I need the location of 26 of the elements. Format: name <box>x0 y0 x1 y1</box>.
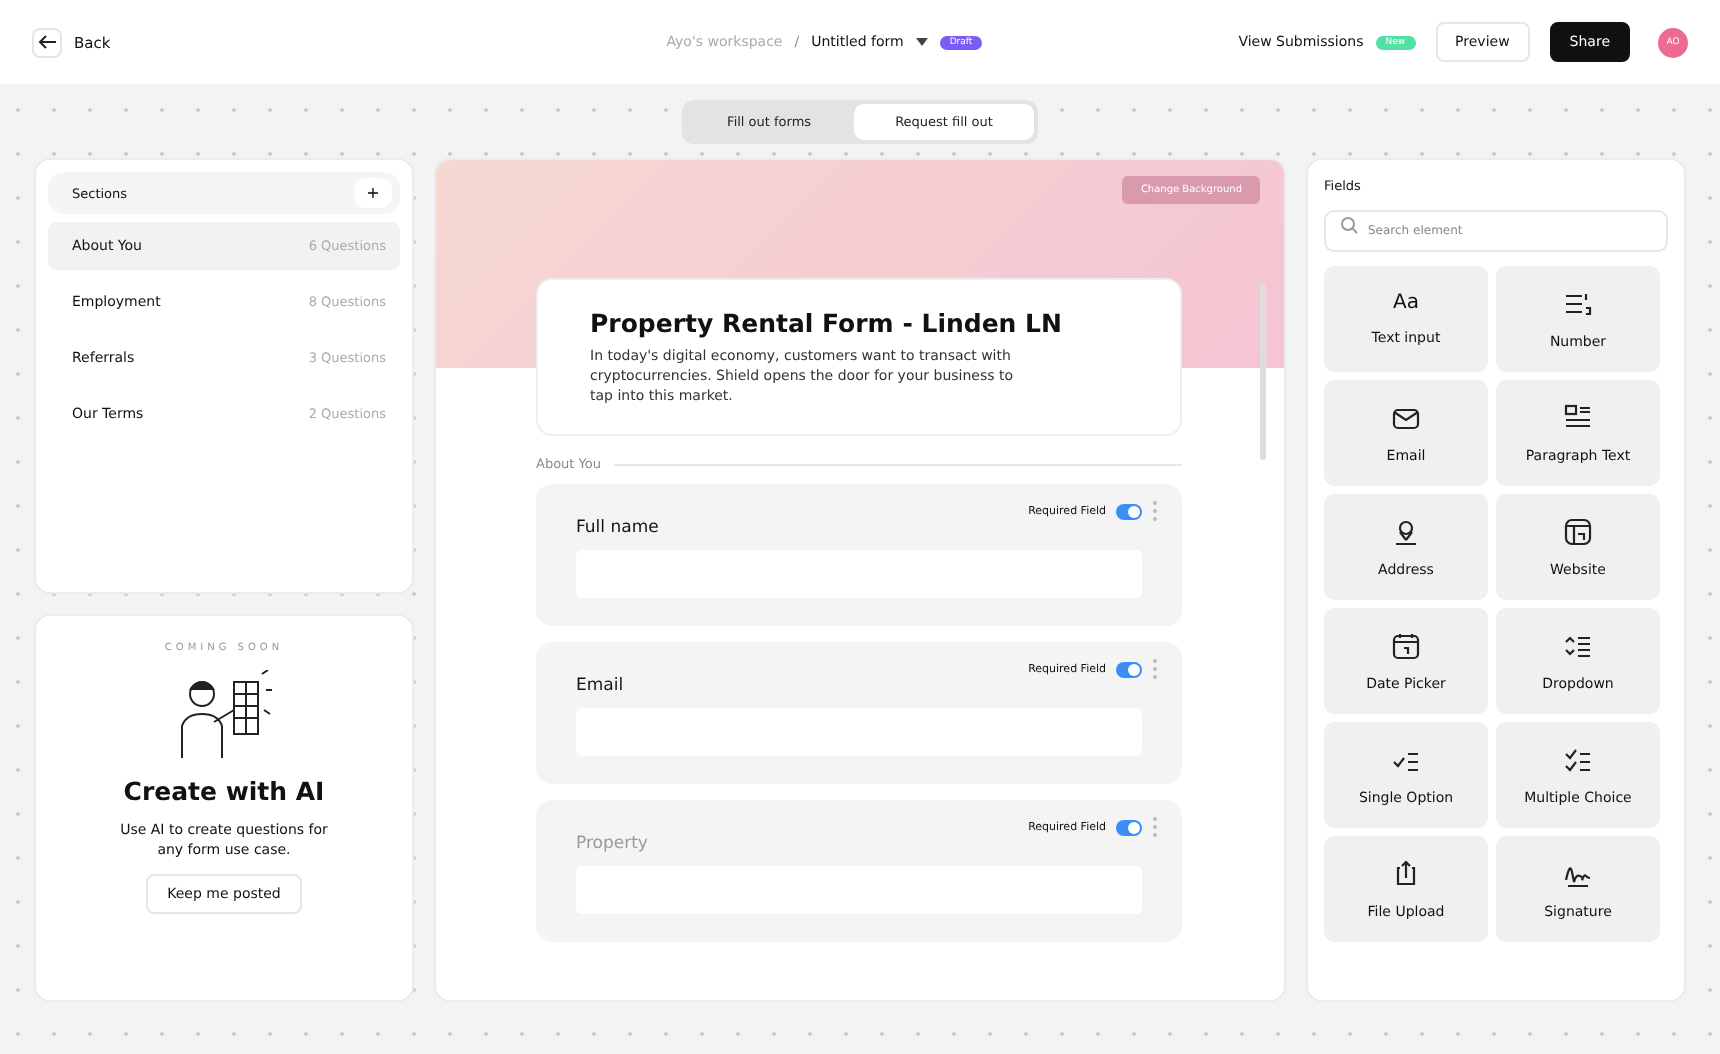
sort-list-icon <box>1564 631 1592 659</box>
question-label: Email <box>576 676 624 697</box>
form-title: Property Rental Form - Linden LN <box>590 308 1064 338</box>
search-icon <box>1340 216 1358 234</box>
question-label: Full name <box>576 518 659 539</box>
required-toggle[interactable] <box>1116 661 1142 678</box>
more-options-icon[interactable] <box>1152 658 1158 681</box>
multi-checklist-icon <box>1564 745 1592 773</box>
calendar-icon <box>1392 631 1420 659</box>
text-aa-icon: Aa <box>1393 292 1419 314</box>
envelope-icon <box>1392 403 1420 431</box>
browser-window-icon <box>1564 517 1592 545</box>
file-upload-icon <box>1392 859 1420 887</box>
ai-card-title: Create with AI <box>123 776 325 806</box>
add-section-button[interactable]: + <box>354 178 392 208</box>
paragraph-icon <box>1564 403 1592 431</box>
numbered-list-icon <box>1564 289 1592 317</box>
question-label: Property <box>576 834 648 855</box>
more-options-icon[interactable] <box>1152 500 1158 523</box>
required-toggle[interactable] <box>1116 819 1142 836</box>
location-pin-icon <box>1392 517 1420 545</box>
more-options-icon[interactable] <box>1152 816 1158 839</box>
required-toggle[interactable] <box>1116 503 1142 520</box>
arrow-left-icon <box>37 32 57 52</box>
back-button[interactable] <box>32 27 62 57</box>
caret-icon <box>915 38 928 46</box>
